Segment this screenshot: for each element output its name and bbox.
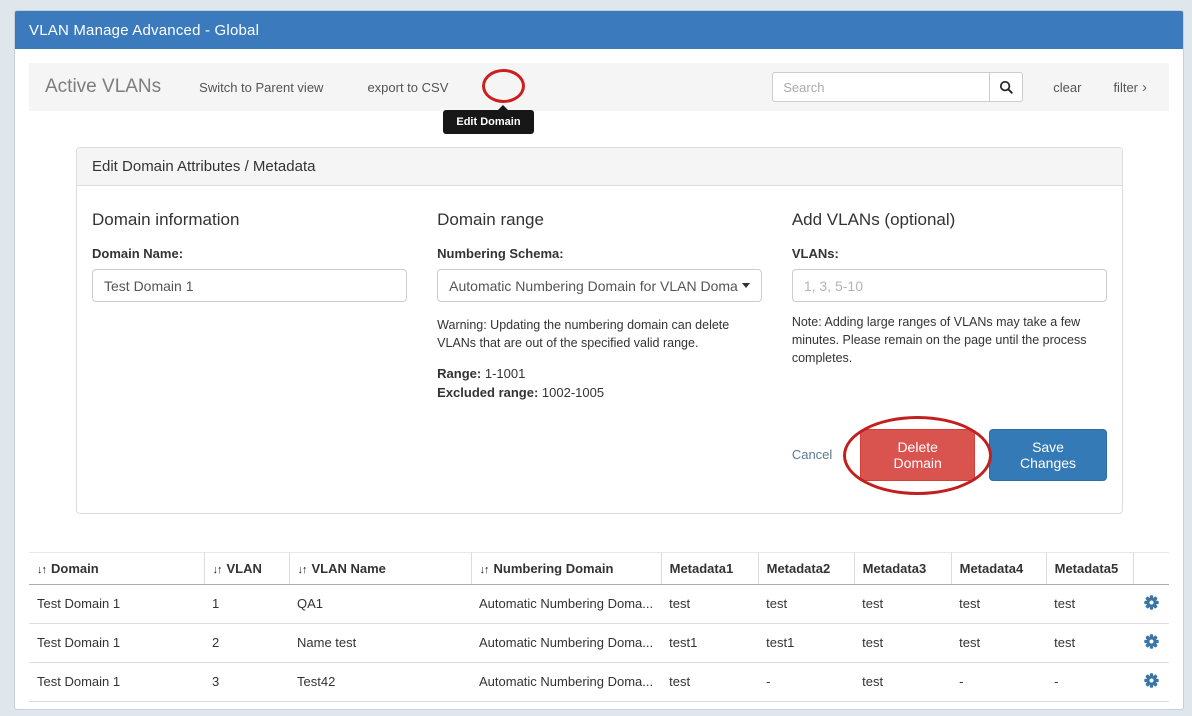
domain-information-section: Domain information Domain Name: [92, 210, 407, 403]
export-csv-link[interactable]: export to CSV [367, 80, 448, 95]
cell-vlan: 1 [204, 584, 289, 623]
range-info: Range: 1-1001 Excluded range: 1002-1005 [437, 365, 762, 403]
table-row: Test Domain 1 1 QA1 Automatic Numbering … [29, 584, 1169, 623]
col-header-vlan[interactable]: ↓↑ VLAN [204, 552, 289, 584]
chevron-right-icon: › [1142, 79, 1147, 96]
col-header-metadata4: Metadata4 [951, 552, 1046, 584]
page-title-text: VLAN Manage Advanced - Global [29, 22, 259, 39]
edit-domain-panel: Edit Domain Attributes / Metadata Domain… [76, 147, 1123, 514]
panel-body: Domain information Domain Name: Domain r… [77, 186, 1122, 513]
search-group [772, 72, 1023, 102]
col-header-actions [1133, 552, 1169, 584]
col-header-label: VLAN Name [312, 561, 386, 576]
settings-gear-icon[interactable] [1144, 595, 1159, 610]
settings-gear-icon[interactable] [1144, 673, 1159, 688]
vlans-label: VLANs: [792, 246, 1107, 261]
domain-name-label: Domain Name: [92, 246, 407, 261]
table-row: Test Domain 1 3 Test42 Automatic Numberi… [29, 662, 1169, 701]
edit-domain-tooltip: Edit Domain [443, 110, 533, 134]
toolbar: Active VLANs Switch to Parent view expor… [29, 63, 1169, 111]
cell-vlan-name: QA1 [289, 584, 471, 623]
range-line: Range: 1-1001 [437, 365, 762, 384]
col-header-label: VLAN [227, 561, 262, 576]
page-title: VLAN Manage Advanced - Global [15, 11, 1183, 49]
cell-metadata2: - [758, 662, 854, 701]
delete-domain-wrap: Delete Domain [860, 429, 975, 481]
domain-information-heading: Domain information [92, 210, 407, 230]
cancel-link[interactable]: Cancel [792, 447, 832, 462]
col-header-metadata1: Metadata1 [661, 552, 758, 584]
col-header-metadata2: Metadata2 [758, 552, 854, 584]
settings-gear-icon[interactable] [1144, 634, 1159, 649]
search-input[interactable] [772, 72, 990, 102]
cell-domain: Test Domain 1 [29, 662, 204, 701]
cell-metadata3: test [854, 662, 951, 701]
vlan-table: ↓↑ Domain ↓↑ VLAN ↓↑ VLAN Name ↓↑ Numbering … [29, 552, 1169, 702]
filter-link-label: filter [1113, 80, 1138, 95]
cell-metadata4: - [951, 662, 1046, 701]
domain-range-section: Domain range Numbering Schema: Automatic… [437, 210, 762, 403]
clear-link[interactable]: clear [1053, 80, 1081, 95]
add-vlans-heading: Add VLANs (optional) [792, 210, 1107, 230]
excluded-range-label: Excluded range: [437, 385, 538, 400]
sort-icon: ↓↑ [480, 564, 489, 576]
panel-actions: Cancel Delete Domain Save Changes [792, 429, 1107, 481]
col-header-numbering-domain[interactable]: ↓↑ Numbering Domain [471, 552, 661, 584]
col-header-metadata3: Metadata3 [854, 552, 951, 584]
cell-domain: Test Domain 1 [29, 584, 204, 623]
col-header-metadata5: Metadata5 [1046, 552, 1133, 584]
excluded-range-line: Excluded range: 1002-1005 [437, 384, 762, 403]
table-header-row: ↓↑ Domain ↓↑ VLAN ↓↑ VLAN Name ↓↑ Numbering … [29, 552, 1169, 584]
search-icon [999, 80, 1014, 95]
cell-metadata3: test [854, 584, 951, 623]
red-circle-annotation [482, 69, 525, 103]
range-label: Range: [437, 366, 481, 381]
schema-warning-text: Warning: Updating the numbering domain c… [437, 316, 762, 352]
switch-parent-view-link[interactable]: Switch to Parent view [199, 80, 323, 95]
search-button[interactable] [990, 72, 1023, 102]
numbering-schema-value: Automatic Numbering Domain for VLAN Doma [449, 278, 738, 294]
cell-vlan-name: Test42 [289, 662, 471, 701]
cell-numbering-domain: Automatic Numbering Doma... [471, 584, 661, 623]
vlans-field[interactable] [792, 269, 1107, 302]
range-value: 1-1001 [485, 366, 525, 381]
edit-domain-menu-button[interactable]: Edit Domain [492, 77, 516, 97]
col-header-label: Domain [51, 561, 99, 576]
sort-icon: ↓↑ [213, 564, 222, 576]
view-title: Active VLANs [45, 76, 161, 98]
save-changes-button[interactable]: Save Changes [989, 429, 1107, 481]
sort-icon: ↓↑ [37, 564, 46, 576]
cell-vlan: 3 [204, 662, 289, 701]
cell-metadata5: test [1046, 584, 1133, 623]
filter-link[interactable]: filter › [1113, 79, 1147, 96]
domain-name-field[interactable] [92, 269, 407, 302]
col-header-vlan-name[interactable]: ↓↑ VLAN Name [289, 552, 471, 584]
col-header-domain[interactable]: ↓↑ Domain [29, 552, 204, 584]
add-vlans-section: Add VLANs (optional) VLANs: Note: Adding… [792, 210, 1107, 403]
domain-range-heading: Domain range [437, 210, 762, 230]
numbering-schema-select[interactable]: Automatic Numbering Domain for VLAN Doma [437, 269, 762, 302]
delete-domain-button[interactable]: Delete Domain [860, 429, 975, 481]
app-window: VLAN Manage Advanced - Global Active VLA… [14, 10, 1184, 710]
cell-metadata1: test [661, 584, 758, 623]
excluded-range-value: 1002-1005 [542, 385, 604, 400]
cell-numbering-domain: Automatic Numbering Doma... [471, 662, 661, 701]
panel-header: Edit Domain Attributes / Metadata [77, 148, 1122, 186]
cell-metadata5: - [1046, 662, 1133, 701]
page-content: Active VLANs Switch to Parent view expor… [15, 49, 1183, 716]
cell-metadata1: test [661, 662, 758, 701]
caret-down-icon [742, 283, 750, 288]
sort-icon: ↓↑ [298, 564, 307, 576]
cell-metadata2: test [758, 584, 854, 623]
numbering-schema-label: Numbering Schema: [437, 246, 762, 261]
col-header-label: Numbering Domain [494, 561, 614, 576]
vlans-note-text: Note: Adding large ranges of VLANs may t… [792, 313, 1107, 367]
cell-metadata4: test [951, 584, 1046, 623]
